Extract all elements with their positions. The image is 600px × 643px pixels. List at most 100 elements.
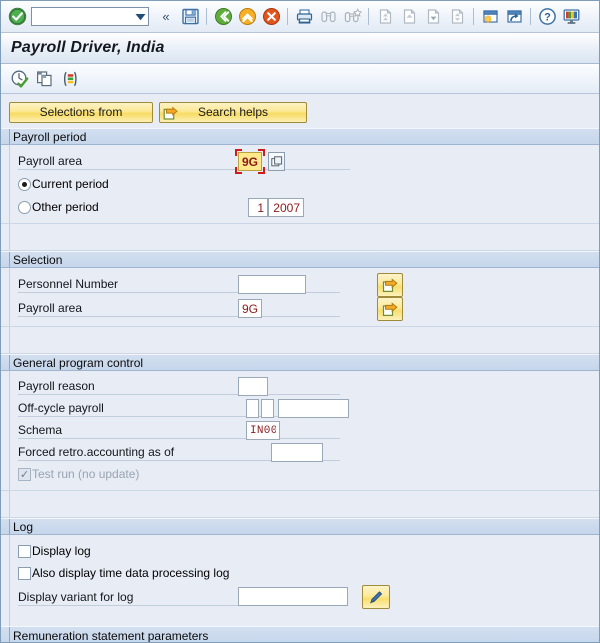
create-shortcut-icon[interactable] [502,5,526,29]
other-period-label: Other period [32,200,99,214]
row-payroll-reason: Payroll reason [10,375,599,397]
toolbar-separator [206,8,207,25]
off-cycle-payroll-label: Off-cycle payroll [18,401,104,415]
display-variant-edit-button[interactable] [362,585,390,609]
off-cycle-category-input[interactable] [261,399,274,418]
row-current-period[interactable]: Current period [10,173,599,195]
section-header-payroll-period: Payroll period [1,128,599,145]
payroll-area-multiple-selection-button[interactable] [377,297,403,321]
forced-retro-label: Forced retro.accounting as of [18,445,175,459]
last-page-icon[interactable] [445,5,469,29]
payroll-reason-input[interactable] [238,377,268,396]
display-log-checkbox[interactable] [18,544,31,558]
current-period-radio[interactable] [18,177,31,191]
toolbar-separator [473,8,474,25]
exit-yellow-icon[interactable] [235,5,259,29]
toolbar-separator [530,8,531,25]
application-toolbar [1,64,599,94]
personnel-number-multiple-selection-button[interactable] [377,273,403,297]
other-period-input[interactable] [248,198,268,217]
back-green-icon[interactable] [211,5,235,29]
search-helps-button[interactable]: Search helps [159,101,307,123]
section-gap [1,326,599,354]
command-field[interactable] [31,7,149,26]
row-personnel-number: Personnel Number [10,272,599,297]
off-cycle-reason-input[interactable] [246,399,259,418]
off-cycle-date-input[interactable] [278,399,349,418]
command-input[interactable] [32,9,132,24]
previous-page-icon[interactable] [397,5,421,29]
test-run-checkbox: ✓ [18,467,31,481]
command-field-dropdown-icon[interactable] [132,8,148,25]
execute-clock-icon[interactable] [7,67,32,91]
sap-gui-window: « ? Payroll Driver, India Selections fro… [0,0,600,643]
schema-label: Schema [18,423,63,437]
print-icon[interactable] [292,5,316,29]
section-title: General program control [13,355,144,370]
focus-corner-icon [235,149,242,156]
pushbutton-row: Selections from Search helps [1,101,599,123]
payroll-area-possible-entries-button[interactable] [268,152,285,171]
section-title: Log [13,519,34,534]
other-period-radio[interactable] [18,200,31,214]
row-schema: Schema [10,419,599,441]
enter-check-icon[interactable] [5,5,29,29]
next-page-icon[interactable] [421,5,445,29]
selections-from-button[interactable]: Selections from [9,101,153,123]
section-title: Selection [13,252,63,267]
section-body-log: Display log Also display time data proce… [1,535,599,618]
multiple-selection-arrow-icon [382,278,398,292]
section-body-payroll-period: Payroll area 9G Current period Other per… [1,145,599,223]
search-help-arrow-icon [163,105,179,121]
payroll-area-field-wrapper[interactable] [235,149,265,174]
copy-variant-icon[interactable] [32,67,57,91]
checkmark-icon: ✓ [19,467,30,481]
row-payroll-area: Payroll area [10,149,599,174]
find-icon[interactable] [316,5,340,29]
row-test-run: ✓ Test run (no update) [10,463,599,485]
selection-screen: Selections from Search helps Payroll per… [1,94,599,643]
schema-input[interactable] [246,421,280,440]
svg-text:?: ? [544,12,551,24]
cancel-red-icon[interactable] [259,5,283,29]
section-header-remuneration: Remuneration statement parameters [1,626,599,643]
also-display-time-log-label: Also display time data processing log [32,566,230,580]
pencil-icon [369,590,382,604]
search-helps-label: Search helps [197,105,269,119]
personnel-number-input[interactable] [238,275,306,294]
section-header-selection: Selection [1,251,599,268]
personnel-number-label: Personnel Number [18,277,119,291]
section-title: Remuneration statement parameters [13,628,209,643]
double-chevron-left-icon[interactable]: « [154,5,178,29]
forced-retro-input[interactable] [271,443,323,462]
screen-title-bar: Payroll Driver, India [1,33,599,64]
find-next-icon[interactable] [340,5,364,29]
row-also-display-time-log[interactable]: Also display time data processing log [10,562,599,584]
test-run-label: Test run (no update) [32,467,140,481]
display-variant-label: Display variant for log [18,590,134,604]
save-icon[interactable] [178,5,202,29]
section-body-selection: Personnel Number Payroll area [1,268,599,326]
selection-payroll-area-input[interactable] [238,299,262,318]
row-display-log[interactable]: Display log [10,540,599,562]
section-gap [1,618,599,626]
section-gap [1,490,599,518]
row-display-variant-for-log: Display variant for log [10,584,599,610]
row-other-period[interactable]: Other period [10,195,599,219]
row-selection-payroll-area: Payroll area [10,296,599,321]
create-session-icon[interactable] [478,5,502,29]
row-forced-retro-accounting: Forced retro.accounting as of [10,441,599,463]
display-variant-input[interactable] [238,587,348,606]
payroll-area-label: Payroll area [18,154,83,168]
also-display-time-log-checkbox[interactable] [18,566,31,580]
customize-local-layout-icon[interactable] [559,5,583,29]
section-header-general-program-control: General program control [1,354,599,371]
help-icon[interactable]: ? [535,5,559,29]
multiple-selection-icon[interactable] [57,67,82,91]
first-page-icon[interactable] [373,5,397,29]
main-toolbar: « ? [1,1,599,33]
section-title: Payroll period [13,129,87,144]
row-off-cycle-payroll: Off-cycle payroll [10,397,599,419]
selection-payroll-area-label: Payroll area [18,301,83,315]
other-period-year-input[interactable] [268,198,304,217]
